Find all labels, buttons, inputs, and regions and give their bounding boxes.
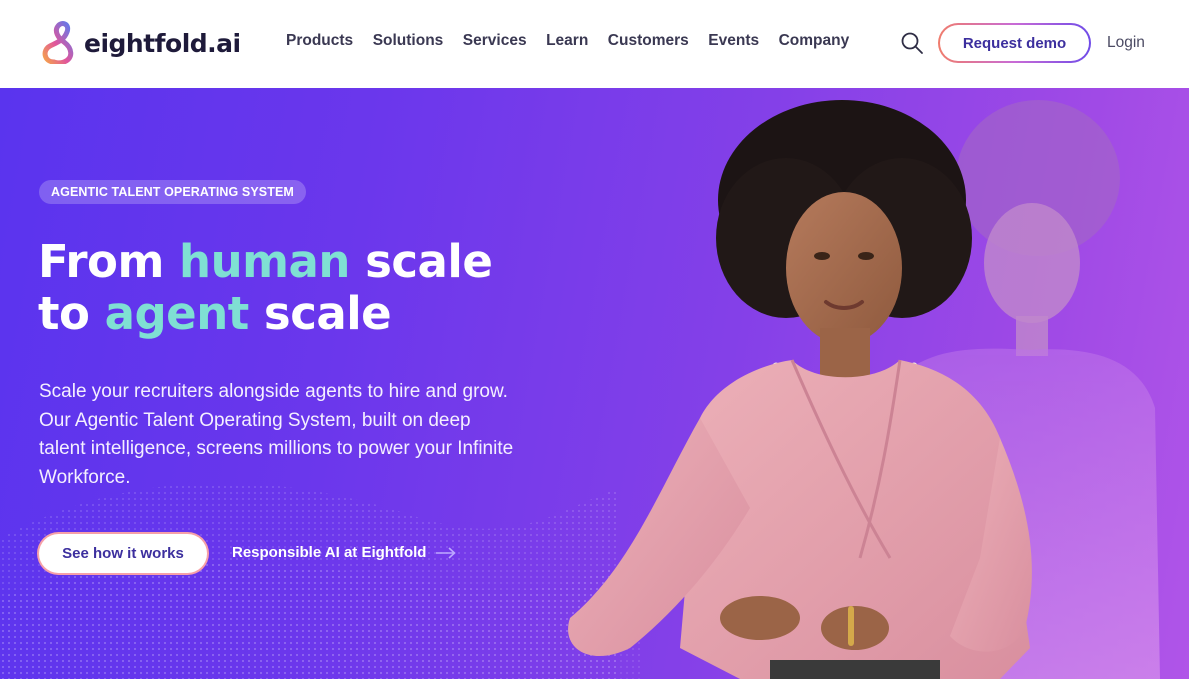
infinity-loop-logo-icon — [42, 21, 74, 64]
headline-text: scale — [248, 287, 392, 340]
logo-text: eightfold.ai — [84, 28, 241, 58]
hero-section: AGENTIC TALENT OPERATING SYSTEM From hum… — [0, 88, 1189, 679]
headline-highlight: human — [179, 235, 350, 288]
nav-item-products[interactable]: Products — [286, 32, 353, 50]
nav-item-events[interactable]: Events — [708, 32, 759, 50]
hero-description: Scale your recruiters alongside agents t… — [39, 381, 514, 488]
nav-item-company[interactable]: Company — [779, 32, 850, 50]
site-header: eightfold.ai Products Solutions Services… — [0, 0, 1189, 88]
headline-text: to — [38, 287, 105, 340]
nav-item-customers[interactable]: Customers — [608, 32, 689, 50]
nav-item-learn[interactable]: Learn — [546, 32, 588, 50]
search-icon[interactable] — [900, 31, 924, 55]
nav-item-solutions[interactable]: Solutions — [373, 32, 444, 50]
request-demo-button[interactable]: Request demo — [938, 23, 1091, 63]
headline-highlight: agent — [104, 287, 250, 340]
headline-text: scale — [349, 235, 493, 288]
responsible-ai-label: Responsible AI at Eightfold — [232, 544, 427, 561]
hero-headline: From human scale to agent scale — [38, 236, 598, 340]
login-link[interactable]: Login — [1107, 34, 1145, 52]
headline-text: From — [38, 235, 180, 288]
nav-item-services[interactable]: Services — [463, 32, 527, 50]
responsible-ai-link[interactable]: Responsible AI at Eightfold — [232, 544, 457, 561]
main-nav: Products Solutions Services Learn Custom… — [286, 32, 869, 50]
hero-person-image — [568, 100, 1160, 679]
logo[interactable]: eightfold.ai — [40, 20, 241, 64]
hero-badge: AGENTIC TALENT OPERATING SYSTEM — [39, 180, 306, 204]
see-how-it-works-button[interactable]: See how it works — [39, 534, 207, 573]
arrow-right-icon — [436, 546, 457, 559]
